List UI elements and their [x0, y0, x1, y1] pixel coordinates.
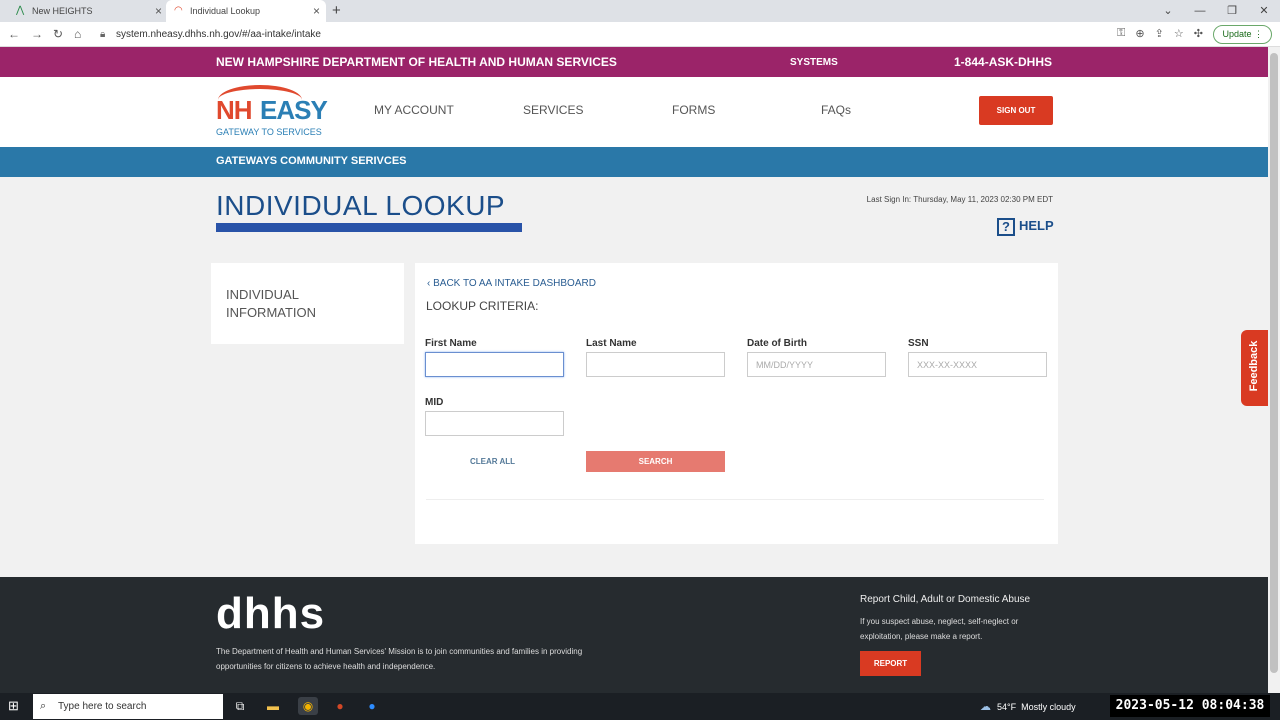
home-icon[interactable]: ⌂ [74, 27, 81, 41]
report-button[interactable]: REPORT [860, 651, 921, 676]
tab-search-chevron-icon[interactable]: ⌄ [1152, 0, 1184, 22]
lookup-criteria-heading: LOOKUP CRITERIA: [426, 299, 539, 313]
browser-toolbar: ← → ↻ ⌂ 🔒︎ system.nheasy.dhhs.nh.gov/#/a… [0, 22, 1280, 47]
dob-input[interactable] [747, 352, 886, 377]
weather-desc: Mostly cloudy [1021, 702, 1076, 712]
dob-label: Date of Birth [747, 338, 807, 349]
last-name-input[interactable] [586, 352, 725, 377]
back-to-dashboard-link[interactable]: ‹ BACK TO AA INTAKE DASHBOARD [427, 278, 596, 289]
systems-link[interactable]: SYSTEMS [790, 57, 838, 68]
feedback-tab[interactable]: Feedback [1241, 330, 1268, 406]
site-footer: dhhs The Department of Health and Human … [0, 577, 1268, 693]
nheasy-favicon-icon: ◠ [174, 5, 183, 16]
scrollbar-thumb[interactable] [1270, 53, 1278, 673]
zoom-app-icon[interactable]: ● [362, 697, 382, 715]
phone-number: 1-844-ASK-DHHS [954, 55, 1053, 69]
search-icon: ⌕ [40, 700, 47, 712]
chrome-icon[interactable]: ◉ [298, 697, 318, 715]
nheasy-logo[interactable]: NH EASY GATEWAY TO SERVICES [216, 85, 331, 141]
cloud-icon: ☁ [980, 701, 991, 713]
browser-tab-new-heights[interactable]: ⋀ New HEIGHTS × [8, 0, 168, 22]
key-icon[interactable]: ⚿ [1117, 27, 1125, 40]
sub-banner: GATEWAYS COMMUNITY SERIVCES [0, 147, 1268, 177]
browser-tab-individual-lookup[interactable]: ◠ Individual Lookup × [166, 0, 326, 22]
minimize-icon[interactable]: — [1184, 0, 1216, 22]
help-label: HELP [1019, 218, 1054, 233]
first-name-input[interactable] [425, 352, 564, 377]
file-explorer-icon[interactable]: ▬ [263, 697, 283, 715]
clear-all-button[interactable]: CLEAR ALL [470, 457, 515, 466]
ssn-label: SSN [908, 338, 929, 349]
page-title: INDIVIDUAL LOOKUP [216, 190, 506, 221]
back-link-label: BACK TO AA INTAKE DASHBOARD [433, 278, 596, 289]
nav-forms[interactable]: FORMS [672, 103, 715, 117]
reload-icon[interactable]: ↻ [53, 27, 63, 41]
first-name-label: First Name [425, 338, 477, 349]
chevron-left-icon: ‹ [427, 278, 431, 289]
weather-temp: 54°F [997, 702, 1017, 712]
logo-tagline: GATEWAY TO SERVICES [216, 127, 322, 137]
form-divider [426, 499, 1044, 500]
update-label: Update [1222, 29, 1252, 39]
extensions-puzzle-icon[interactable]: ✣ [1194, 27, 1203, 40]
url-text: system.nheasy.dhhs.nh.gov/#/aa-intake/in… [116, 29, 321, 40]
timestamp-overlay: 2023-05-12 08:04:38 [1110, 695, 1270, 717]
new-tab-button[interactable]: + [332, 0, 341, 22]
last-sign-in: Last Sign In: Thursday, May 11, 2023 02:… [866, 195, 1053, 204]
title-underline [216, 223, 522, 232]
department-name: NEW HAMPSHIRE DEPARTMENT OF HEALTH AND H… [216, 55, 617, 69]
logo-easy: EASY [260, 95, 328, 125]
sidebar-card: INDIVIDUAL INFORMATION [211, 263, 404, 344]
bookmark-star-icon[interactable]: ☆ [1174, 27, 1184, 40]
department-bar: NEW HAMPSHIRE DEPARTMENT OF HEALTH AND H… [0, 47, 1268, 77]
mid-label: MID [425, 397, 444, 408]
sidebar-item-individual-information[interactable]: INDIVIDUAL INFORMATION [226, 286, 346, 322]
restore-icon[interactable]: ❐ [1216, 0, 1248, 22]
last-name-label: Last Name [586, 338, 637, 349]
address-bar[interactable]: 🔒︎ system.nheasy.dhhs.nh.gov/#/aa-intake… [96, 25, 1086, 44]
zoom-icon[interactable]: ⊕ [1135, 27, 1144, 40]
tab-title: New HEIGHTS [32, 6, 93, 16]
lock-icon: 🔒︎ [100, 29, 106, 40]
back-arrow-icon[interactable]: ← [8, 27, 20, 41]
tab-title: Individual Lookup [190, 6, 261, 16]
update-button[interactable]: Update ⋮ [1213, 25, 1272, 44]
search-button[interactable]: SEARCH [586, 451, 725, 472]
lookup-card: ‹ BACK TO AA INTAKE DASHBOARD LOOKUP CRI… [415, 263, 1058, 544]
share-icon[interactable]: ⇪ [1155, 27, 1164, 40]
weather-widget[interactable]: ☁ 54°F Mostly cloudy [980, 700, 1076, 713]
mission-statement: The Department of Health and Human Servi… [216, 647, 583, 671]
ssn-input[interactable] [908, 352, 1047, 377]
report-abuse-text: If you suspect abuse, neglect, self-negl… [860, 617, 1019, 641]
help-question-icon: ? [997, 217, 1015, 236]
dhhs-logo: dhhs [216, 589, 326, 638]
nav-services[interactable]: SERVICES [523, 103, 583, 117]
close-tab-icon[interactable]: × [313, 0, 320, 22]
page-scrollbar[interactable] [1268, 47, 1280, 693]
heights-favicon-icon: ⋀ [16, 5, 25, 16]
report-abuse-title: Report Child, Adult or Domestic Abuse [860, 594, 1031, 605]
task-view-icon[interactable]: ⧉ [230, 697, 250, 715]
help-link[interactable]: ? HELP [997, 216, 1054, 236]
sub-banner-title: GATEWAYS COMMUNITY SERIVCES [216, 155, 407, 167]
nav-faqs[interactable]: FAQs [821, 103, 851, 117]
window-controls: ⌄ — ❐ ✕ [1152, 0, 1280, 22]
windows-taskbar: ⊞ ⌕ Type here to search ⧉ ▬ ◉ ● ● ☁ 54°F … [0, 693, 1280, 720]
nav-my-account[interactable]: MY ACCOUNT [374, 103, 454, 117]
forward-arrow-icon[interactable]: → [31, 27, 43, 41]
powerpoint-icon[interactable]: ● [330, 697, 350, 715]
taskbar-search-input[interactable]: ⌕ Type here to search [33, 694, 223, 719]
close-tab-icon[interactable]: × [155, 0, 162, 22]
close-window-icon[interactable]: ✕ [1248, 0, 1280, 22]
taskbar-search-placeholder: Type here to search [58, 701, 147, 712]
mid-input[interactable] [425, 411, 564, 436]
sign-out-button[interactable]: SIGN OUT [979, 96, 1053, 125]
browser-tab-bar: ⋀ New HEIGHTS × ◠ Individual Lookup × + … [0, 0, 1280, 22]
windows-start-icon[interactable]: ⊞ [8, 699, 19, 713]
feedback-label: Feedback [1248, 340, 1260, 392]
logo-nh: NH [216, 95, 253, 125]
main-navigation: NH EASY GATEWAY TO SERVICES MY ACCOUNT S… [0, 77, 1268, 147]
